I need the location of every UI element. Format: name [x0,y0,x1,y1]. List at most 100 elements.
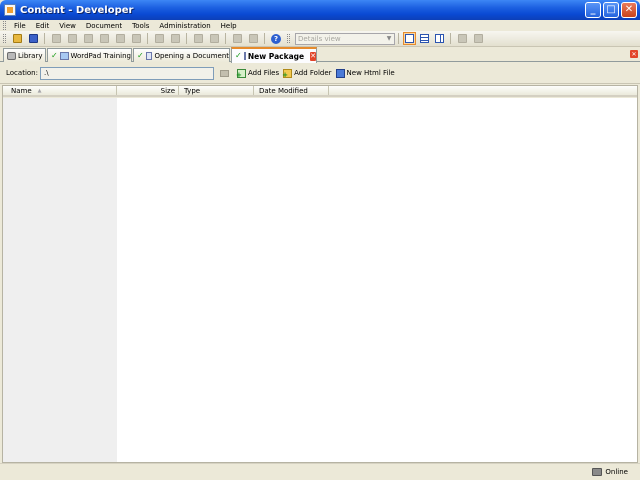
package-icon [243,52,246,60]
help-icon: ? [271,33,281,44]
view-mode-select[interactable]: Details view ▼ [295,32,395,45]
find-icon [232,34,242,43]
horizontal-split-icon [420,34,429,43]
folder-up-icon [457,34,467,43]
print-button[interactable] [49,32,63,45]
status-text: Online [605,468,628,476]
sort-ascending-icon: ▲ [37,87,42,94]
save-button[interactable] [26,32,40,45]
new-html-file-button[interactable]: New Html File [335,68,395,78]
menu-tools[interactable]: Tools [127,22,154,30]
menu-administration[interactable]: Administration [154,22,215,30]
document-tabs: Library ✓ WordPad Training ✓ Opening a D… [0,47,640,63]
add-files-label: Add Files [247,69,280,77]
toolbar-separator [450,33,451,44]
window-title: Content - Developer [20,4,134,16]
forward-button[interactable] [168,32,182,45]
delete-button[interactable] [113,32,127,45]
close-tab-icon[interactable]: ✕ [310,51,316,61]
copy-button[interactable] [129,32,143,45]
folder-up-button[interactable] [455,32,469,45]
file-list-pane[interactable] [117,98,637,462]
undo-icon [67,34,77,43]
menu-file[interactable]: File [9,22,31,30]
online-icon [592,468,603,476]
column-name-label: Name [11,86,32,95]
menu-edit[interactable]: Edit [31,22,55,30]
move-down-button[interactable] [207,32,221,45]
column-name[interactable]: Name ▲ [3,86,117,95]
title-bar: Content - Developer _ □ ✕ [0,0,640,20]
location-bar: Location: .\ + Add Files + Add Folder Ne… [0,63,640,84]
details-view-button[interactable] [403,32,416,45]
forward-arrow-icon [170,34,180,43]
document-icon [145,51,153,60]
help-button[interactable]: ? [269,32,283,45]
tab-wordpad-training[interactable]: ✓ WordPad Training [47,48,132,62]
menu-document[interactable]: Document [81,22,127,30]
toolbar-separator [44,33,45,44]
tab-label: Library [18,51,43,60]
tab-opening-a-document[interactable]: ✓ Opening a Document [133,48,230,62]
redo-icon [83,34,93,43]
tab-library[interactable]: Library [3,48,46,62]
menu-help[interactable]: Help [216,22,242,30]
app-icon [4,4,16,16]
maximize-button[interactable]: □ [603,2,619,18]
save-icon [28,34,38,43]
add-files-icon: + [236,68,246,78]
vertical-split-view-button[interactable] [433,32,446,45]
add-files-button[interactable]: + Add Files [236,68,280,78]
window-controls: _ □ ✕ [585,2,637,18]
back-button[interactable] [152,32,166,45]
html-file-icon [335,68,345,78]
cut-button[interactable] [97,32,111,45]
browse-folder-icon [219,69,229,77]
toolbar-separator [264,33,265,44]
print-icon [51,34,61,43]
replace-button[interactable] [246,32,260,45]
browse-folder-button[interactable] [218,68,231,79]
undo-button[interactable] [65,32,79,45]
new-html-file-label: New Html File [346,69,395,77]
column-size[interactable]: Size [117,86,179,95]
move-up-icon [193,34,203,43]
name-column-pane[interactable] [3,98,117,462]
close-all-tabs-icon[interactable]: ✕ [630,50,638,58]
back-arrow-icon [154,34,164,43]
close-button[interactable]: ✕ [621,2,637,18]
add-folder-label: Add Folder [294,69,332,77]
open-button[interactable] [10,32,24,45]
open-folder-icon [12,34,22,43]
column-date-modified[interactable]: Date Modified [254,86,329,95]
location-input[interactable]: .\ [39,66,214,80]
refresh-button[interactable] [471,32,485,45]
tab-new-package[interactable]: ✓ New Package ✕ [231,47,317,63]
menu-grip-icon[interactable] [3,21,6,30]
tab-label: New Package [247,51,305,61]
add-folder-icon: + [282,68,293,78]
tab-label: WordPad Training [70,51,131,60]
minimize-button[interactable]: _ [585,2,601,18]
copy-icon [131,34,141,43]
refresh-icon [473,34,483,43]
replace-icon [248,34,258,43]
move-up-button[interactable] [191,32,205,45]
toolbar-grip-icon[interactable] [287,34,290,43]
view-mode-value: Details view [298,34,341,43]
menu-bar: File Edit View Document Tools Administra… [0,20,640,31]
menu-view[interactable]: View [54,22,81,30]
horizontal-split-view-button[interactable] [418,32,431,45]
column-type[interactable]: Type [179,86,254,95]
checkmark-icon: ✓ [51,50,58,60]
add-folder-button[interactable]: + Add Folder [282,68,332,78]
checkmark-icon: ✓ [235,51,242,60]
status-bar: Online [0,463,640,480]
find-button[interactable] [230,32,244,45]
cut-icon [99,34,109,43]
toolbar-grip-icon[interactable] [3,34,6,43]
redo-button[interactable] [81,32,95,45]
details-view-icon [405,34,414,43]
toolbar-separator [398,33,399,44]
chevron-down-icon[interactable]: ▼ [384,34,394,44]
